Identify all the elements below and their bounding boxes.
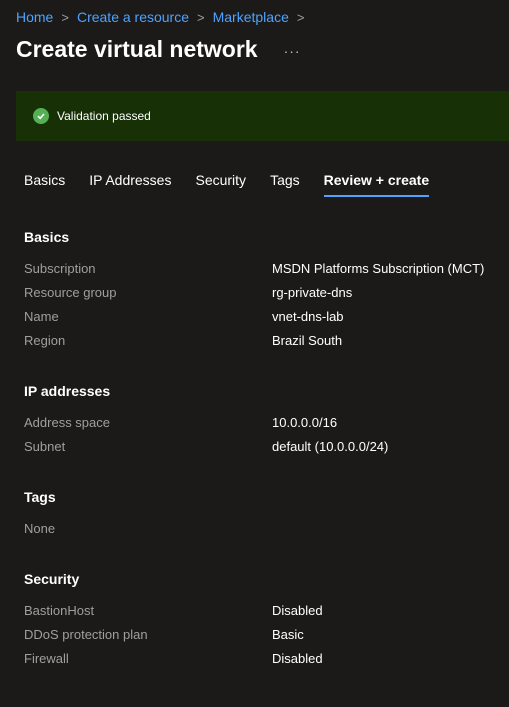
row-value: default (10.0.0.0/24) [272, 439, 389, 454]
security-section: Security BastionHost Disabled DDoS prote… [24, 571, 323, 671]
row-label: BastionHost [24, 603, 95, 618]
row-value: rg-private-dns [272, 285, 353, 300]
summary-row: Resource group rg-private-dns [24, 281, 484, 305]
section-title: Security [24, 571, 80, 587]
row-label: Address space [24, 415, 110, 430]
row-label: Firewall [24, 651, 69, 666]
row-value: vnet-dns-lab [272, 309, 344, 324]
row-value: Disabled [272, 651, 323, 666]
chevron-right-icon: > [197, 9, 205, 25]
page-title: Create virtual network [16, 36, 258, 62]
tab-review-create[interactable]: Review + create [323, 172, 430, 197]
breadcrumb-home[interactable]: Home [16, 9, 53, 25]
row-value: MSDN Platforms Subscription (MCT) [272, 261, 485, 276]
summary-row: Region Brazil South [24, 329, 484, 353]
check-circle-icon [33, 108, 49, 124]
validation-message: Validation passed [57, 109, 151, 123]
row-label: Subnet [24, 439, 66, 454]
tab-bar: Basics IP Addresses Security Tags Review… [24, 172, 453, 197]
row-label: Subscription [24, 261, 96, 276]
tags-none-text: None [24, 521, 56, 536]
summary-row: Name vnet-dns-lab [24, 305, 484, 329]
basics-section: Basics Subscription MSDN Platforms Subsc… [24, 229, 484, 353]
more-options-button[interactable]: ··· [284, 43, 301, 59]
chevron-right-icon: > [296, 9, 305, 25]
section-title: Tags [24, 489, 56, 505]
summary-row: Address space 10.0.0.0/16 [24, 411, 388, 435]
summary-row: Subnet default (10.0.0.0/24) [24, 435, 388, 459]
title-row: Create virtual network ··· [16, 36, 301, 63]
section-title: IP addresses [24, 383, 111, 399]
tags-section: Tags None [24, 489, 56, 541]
summary-row: BastionHost Disabled [24, 599, 323, 623]
tab-security[interactable]: Security [195, 172, 246, 197]
tab-basics[interactable]: Basics [24, 172, 65, 197]
breadcrumb-create-resource[interactable]: Create a resource [77, 9, 189, 25]
row-value: Brazil South [272, 333, 343, 348]
section-title: Basics [24, 229, 70, 245]
row-value: 10.0.0.0/16 [272, 415, 338, 430]
tab-ip-addresses[interactable]: IP Addresses [89, 172, 171, 197]
row-value: Disabled [272, 603, 323, 618]
row-label: DDoS protection plan [24, 627, 148, 642]
validation-banner: Validation passed [16, 91, 509, 141]
row-label: Name [24, 309, 59, 324]
row-label: Resource group [24, 285, 117, 300]
summary-row: Firewall Disabled [24, 647, 323, 671]
tab-tags[interactable]: Tags [270, 172, 300, 197]
summary-row: DDoS protection plan Basic [24, 623, 323, 647]
chevron-right-icon: > [61, 9, 69, 25]
summary-row: Subscription MSDN Platforms Subscription… [24, 257, 484, 281]
ip-addresses-section: IP addresses Address space 10.0.0.0/16 S… [24, 383, 388, 459]
breadcrumb-marketplace[interactable]: Marketplace [213, 9, 289, 25]
breadcrumb: Home > Create a resource > Marketplace > [16, 9, 312, 25]
row-value: Basic [272, 627, 304, 642]
row-label: Region [24, 333, 66, 348]
